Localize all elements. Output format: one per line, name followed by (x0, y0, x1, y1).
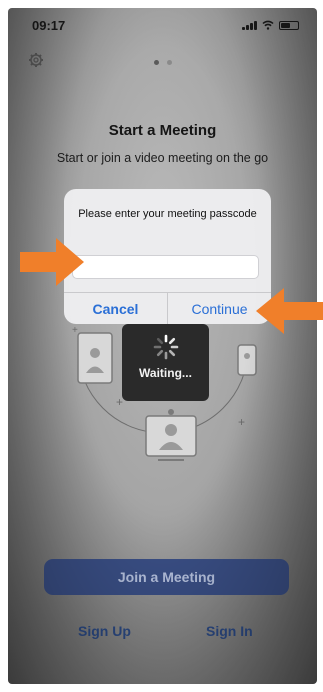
svg-text:+: + (72, 325, 78, 336)
passcode-input[interactable] (72, 255, 259, 279)
sign-in-link[interactable]: Sign In (206, 623, 253, 639)
battery-icon (279, 21, 299, 30)
page-indicator (154, 60, 172, 65)
annotation-arrow-icon (256, 288, 323, 334)
waiting-label: Waiting... (139, 366, 192, 380)
page-dot (167, 60, 172, 65)
page-dot-active (154, 60, 159, 65)
cancel-button[interactable]: Cancel (64, 293, 167, 324)
phone-screen: 09:17 Start a Meeting Start or join a vi… (8, 8, 317, 684)
wifi-icon (262, 20, 274, 30)
svg-text:+: + (238, 415, 245, 429)
gear-icon[interactable] (28, 52, 44, 68)
page-subtitle: Start or join a video meeting on the go (56, 151, 269, 165)
dialog-message: Please enter your meeting passcode (78, 208, 257, 220)
status-time: 09:17 (32, 18, 66, 33)
join-meeting-button[interactable]: Join a Meeting (44, 559, 289, 595)
spinner-icon (153, 334, 178, 360)
status-icons (242, 20, 299, 30)
signal-icon (242, 21, 257, 30)
page-title: Start a Meeting (108, 122, 217, 139)
passcode-dialog: Please enter your meeting passcode Cance… (64, 189, 271, 324)
annotation-arrow-icon (20, 238, 84, 286)
waiting-overlay: Waiting... (122, 324, 209, 401)
sign-up-link[interactable]: Sign Up (78, 623, 131, 639)
